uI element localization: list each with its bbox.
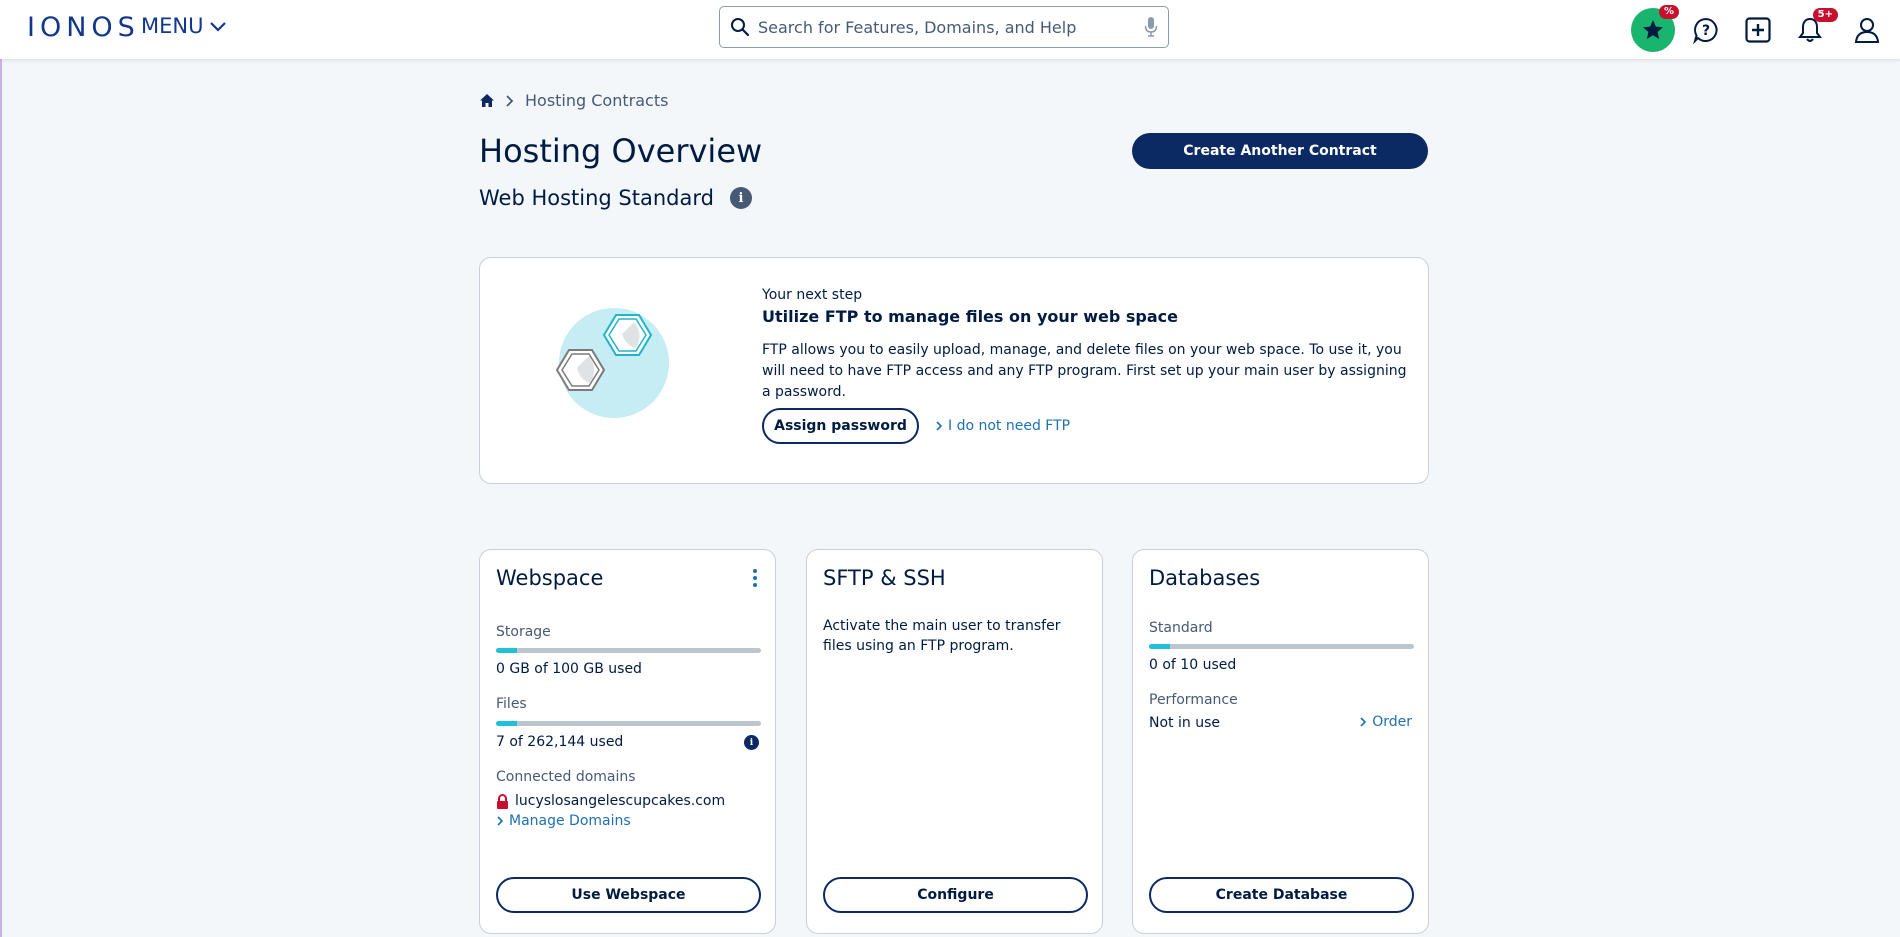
top-bar: IONOS MENU % ? 5+ — [0, 0, 1900, 59]
help-chat-icon: ? — [1693, 17, 1718, 44]
user-icon — [1854, 18, 1880, 43]
next-step-eyebrow: Your next step — [762, 287, 863, 303]
plus-box-icon — [1745, 17, 1771, 43]
microphone-icon[interactable] — [1144, 16, 1158, 38]
notifications-button[interactable]: 5+ — [1788, 8, 1838, 52]
storage-value: 0 GB of 100 GB used — [496, 661, 642, 677]
deals-badge: % — [1658, 5, 1679, 19]
create-database-button[interactable]: Create Database — [1149, 877, 1414, 913]
files-value: 7 of 262,144 used — [496, 734, 624, 750]
sftp-ssh-card: SFTP & SSH Activate the main user to tra… — [806, 549, 1103, 934]
chevron-right-icon — [1360, 717, 1367, 727]
order-link[interactable]: Order — [1359, 714, 1412, 730]
search-icon — [731, 18, 750, 37]
domain-row: lucyslosangelescupcakes.com — [496, 793, 725, 809]
next-step-title: Utilize FTP to manage files on your web … — [762, 307, 1178, 326]
manage-domains-link[interactable]: Manage Domains — [496, 813, 631, 829]
info-icon[interactable]: i — [729, 187, 752, 209]
kebab-icon[interactable] — [745, 566, 765, 590]
hexagon-illustration-icon — [555, 308, 669, 418]
order-label: Order — [1372, 714, 1412, 730]
svg-text:?: ? — [1702, 23, 1710, 39]
menu-button[interactable]: MENU — [141, 14, 227, 38]
star-icon — [1643, 20, 1663, 39]
standard-bar-fill — [1149, 644, 1171, 649]
breadcrumb-current: Hosting Contracts — [525, 91, 669, 110]
storage-bar — [496, 648, 761, 653]
webspace-title: Webspace — [496, 566, 604, 590]
sftp-title: SFTP & SSH — [823, 566, 946, 590]
contract-subtitle: Web Hosting Standard i — [479, 186, 752, 210]
standard-label: Standard — [1149, 620, 1213, 636]
menu-label: MENU — [141, 14, 204, 38]
deals-button[interactable]: % — [1631, 5, 1679, 52]
chevron-down-icon — [210, 22, 227, 32]
chevron-right-icon — [506, 94, 514, 107]
lock-icon — [497, 793, 508, 809]
sftp-description: Activate the main user to transfer files… — [823, 618, 1061, 654]
configure-button[interactable]: Configure — [823, 877, 1088, 913]
contract-name: Web Hosting Standard — [479, 186, 714, 210]
webspace-card: Webspace Storage 0 GB of 100 GB used Fil… — [479, 549, 776, 934]
window-edge — [0, 0, 2, 937]
page-title: Hosting Overview — [479, 132, 763, 170]
performance-label: Performance — [1149, 692, 1238, 708]
skip-ftp-link[interactable]: I do not need FTP — [935, 418, 1070, 434]
storage-bar-fill — [496, 648, 518, 653]
chevron-right-icon — [497, 816, 504, 826]
add-button[interactable] — [1736, 8, 1780, 52]
domain-name: lucyslosangelescupcakes.com — [515, 793, 726, 809]
info-icon[interactable]: i — [744, 735, 759, 750]
files-label: Files — [496, 696, 527, 712]
home-icon[interactable] — [479, 93, 495, 108]
files-bar — [496, 721, 761, 726]
create-another-contract-button[interactable]: Create Another Contract — [1132, 133, 1428, 169]
use-webspace-button[interactable]: Use Webspace — [496, 877, 761, 913]
storage-label: Storage — [496, 624, 551, 640]
notifications-badge: 5+ — [1812, 8, 1838, 22]
standard-bar — [1149, 644, 1414, 649]
databases-card: Databases Standard 0 of 10 used Performa… — [1132, 549, 1429, 934]
next-step-panel: Your next step Utilize FTP to manage fil… — [479, 257, 1429, 484]
next-step-description: FTP allows you to easily upload, manage,… — [762, 342, 1407, 400]
standard-value: 0 of 10 used — [1149, 657, 1237, 673]
breadcrumb: Hosting Contracts — [479, 91, 668, 110]
manage-domains-label: Manage Domains — [509, 813, 631, 829]
skip-ftp-label: I do not need FTP — [948, 418, 1071, 434]
connected-domains-label: Connected domains — [496, 769, 636, 785]
databases-title: Databases — [1149, 566, 1261, 590]
account-button[interactable] — [1845, 8, 1889, 52]
assign-password-button[interactable]: Assign password — [762, 408, 919, 444]
search-input[interactable] — [758, 17, 1144, 37]
help-button[interactable]: ? — [1684, 8, 1728, 52]
performance-value: Not in use — [1149, 715, 1220, 731]
chevron-right-icon — [936, 421, 943, 431]
ionos-logo[interactable]: IONOS — [27, 12, 140, 43]
search-box[interactable] — [719, 6, 1169, 48]
files-bar-fill — [496, 721, 518, 726]
